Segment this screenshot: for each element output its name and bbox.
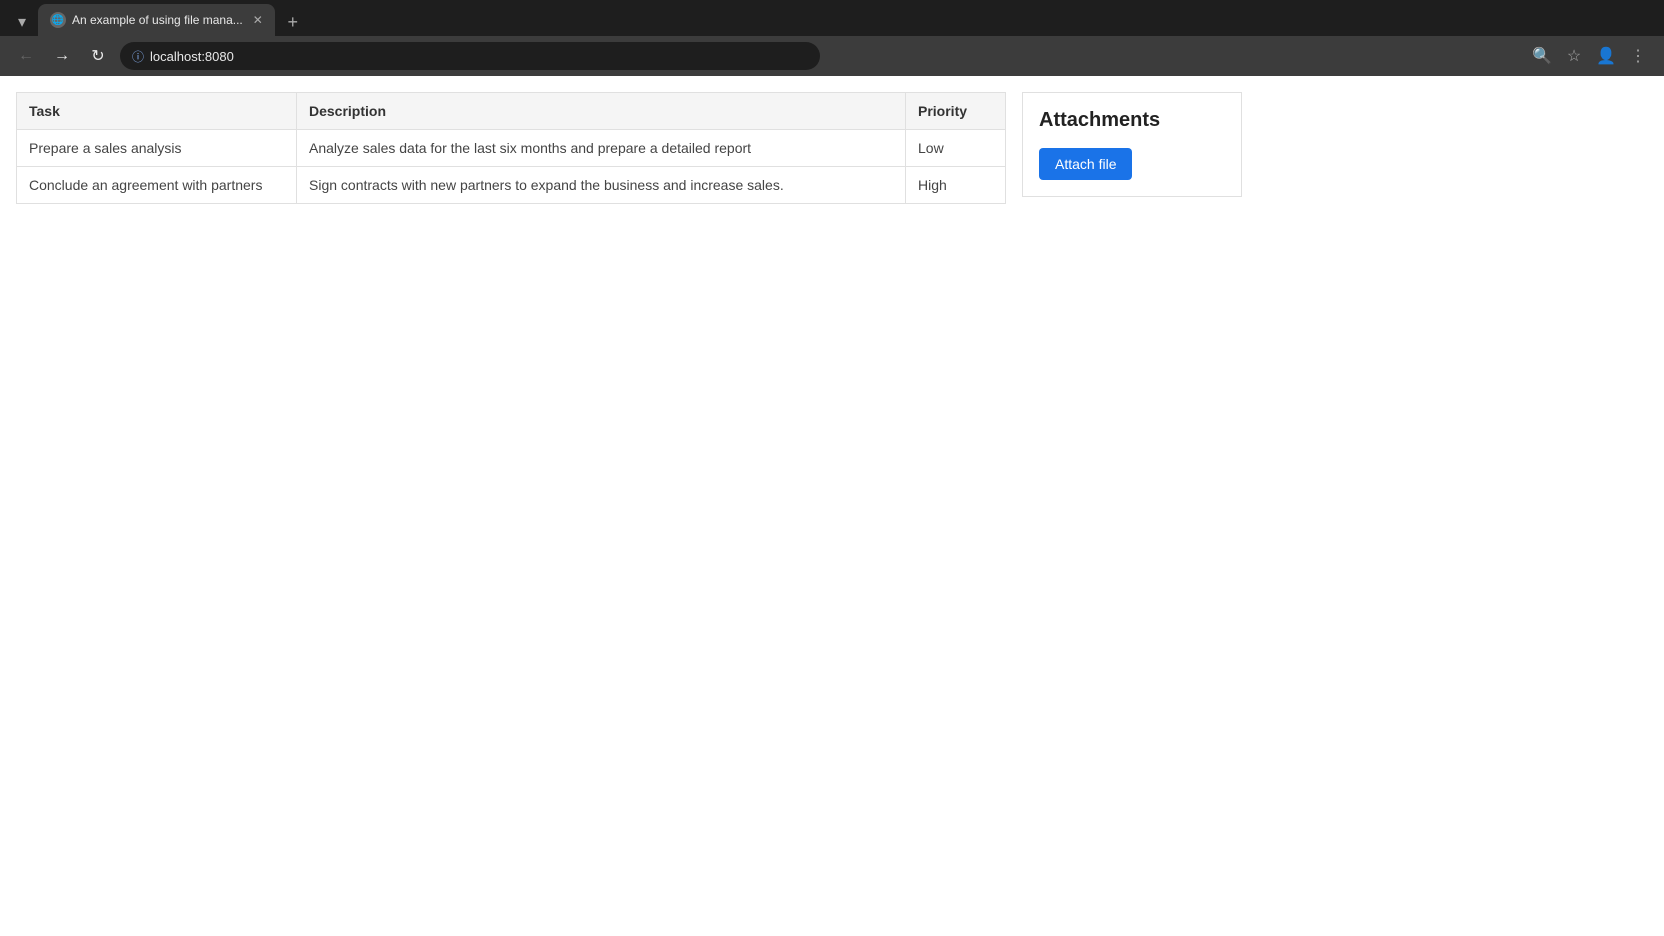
new-tab-button[interactable]: +: [279, 8, 307, 36]
tasks-table: Task Description Priority Prepare a sale…: [16, 92, 1006, 204]
search-icon-btn[interactable]: 🔍: [1528, 42, 1556, 70]
priority-cell-0: Low: [906, 130, 1006, 167]
address-bar[interactable]: ⓘ localhost:8080: [120, 42, 820, 70]
attach-file-button[interactable]: Attach file: [1039, 148, 1132, 180]
tab-bar: ▾ 🌐 An example of using file mana... ✕ +: [0, 0, 1664, 36]
reload-button[interactable]: ↻: [84, 42, 112, 70]
attachments-panel: Attachments Attach file: [1022, 92, 1242, 197]
browser-toolbar: ← → ↻ ⓘ localhost:8080 🔍 ☆ 👤 ⋮: [0, 36, 1664, 76]
task-cell-0: Prepare a sales analysis: [17, 130, 297, 167]
priority-cell-1: High: [906, 167, 1006, 204]
description-cell-1: Sign contracts with new partners to expa…: [297, 167, 906, 204]
active-tab[interactable]: 🌐 An example of using file mana... ✕: [38, 4, 275, 36]
tasks-section: Task Description Priority Prepare a sale…: [16, 92, 1006, 204]
table-row: Conclude an agreement with partners Sign…: [17, 167, 1006, 204]
tab-close-button[interactable]: ✕: [249, 11, 267, 29]
menu-button[interactable]: ⋮: [1624, 42, 1652, 70]
table-row: Prepare a sales analysis Analyze sales d…: [17, 130, 1006, 167]
favicon-icon: 🌐: [52, 15, 64, 26]
column-header-priority: Priority: [906, 93, 1006, 130]
task-cell-1: Conclude an agreement with partners: [17, 167, 297, 204]
tab-title: An example of using file mana...: [72, 13, 243, 27]
address-text: localhost:8080: [150, 49, 234, 64]
tab-favicon: 🌐: [50, 12, 66, 28]
browser-window: ▾ 🌐 An example of using file mana... ✕ +…: [0, 0, 1664, 936]
attachments-title: Attachments: [1039, 109, 1225, 132]
bookmark-button[interactable]: ☆: [1560, 42, 1588, 70]
profile-button[interactable]: 👤: [1592, 42, 1620, 70]
forward-button[interactable]: →: [48, 42, 76, 70]
toolbar-right: 🔍 ☆ 👤 ⋮: [1528, 42, 1652, 70]
page-content: Task Description Priority Prepare a sale…: [0, 76, 1664, 936]
description-cell-0: Analyze sales data for the last six mont…: [297, 130, 906, 167]
column-header-description: Description: [297, 93, 906, 130]
table-header-row: Task Description Priority: [17, 93, 1006, 130]
lock-icon: ⓘ: [132, 48, 144, 65]
column-header-task: Task: [17, 93, 297, 130]
back-button[interactable]: ←: [12, 42, 40, 70]
tab-list-button[interactable]: ▾: [8, 8, 36, 36]
